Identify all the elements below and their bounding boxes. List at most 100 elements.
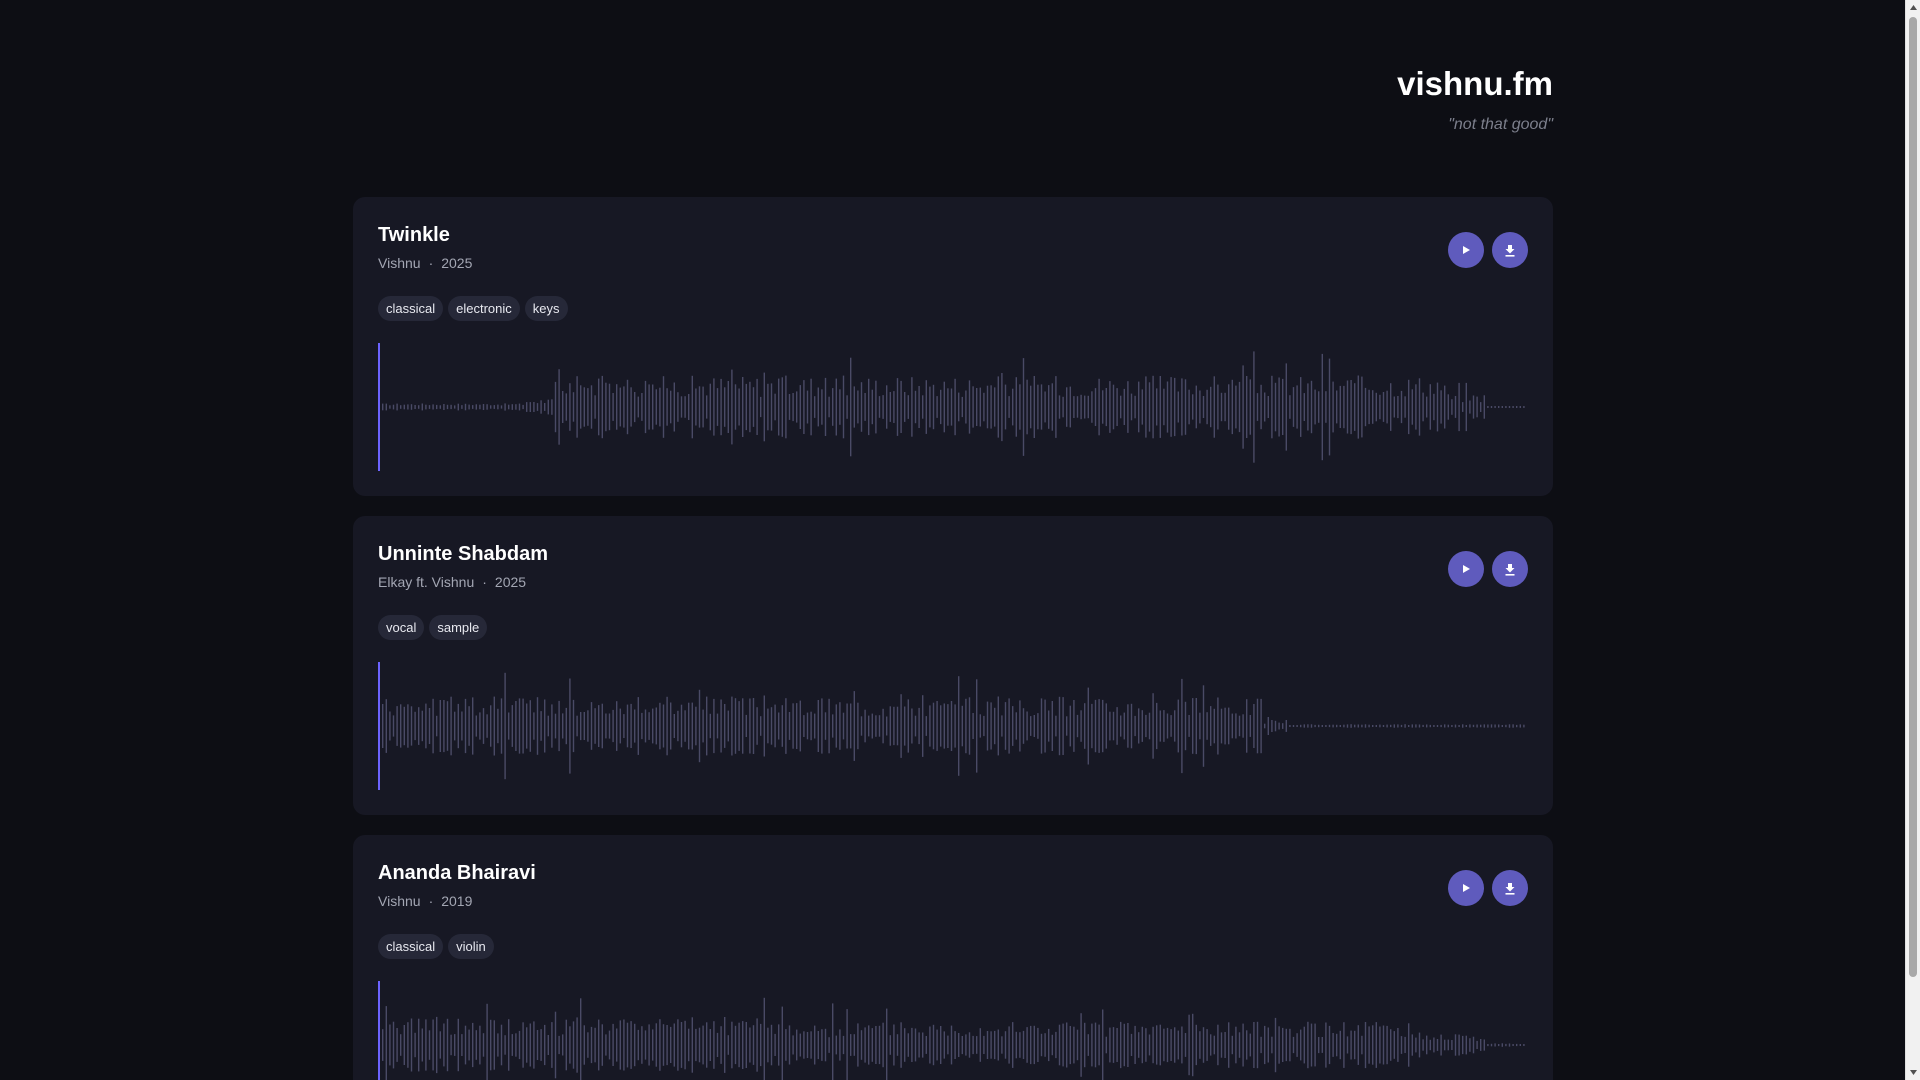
waveform-bar [1066, 1022, 1068, 1068]
scroll-down-arrow[interactable] [1906, 1065, 1920, 1080]
waveform-bar [1278, 1026, 1280, 1064]
waveform-bar [1264, 723, 1266, 729]
waveform-bar [871, 713, 873, 739]
download-button[interactable] [1492, 232, 1528, 268]
waveform-bar [1015, 1031, 1017, 1059]
waveform-bar [385, 403, 387, 411]
tag[interactable]: violin [448, 934, 494, 959]
waveform[interactable] [378, 981, 1528, 1080]
waveform-bar [410, 1018, 413, 1072]
waveform-bar [1109, 381, 1111, 433]
waveform-bar [760, 716, 762, 736]
waveform-bar [1051, 701, 1053, 751]
waveform-bar [1418, 378, 1421, 436]
waveform-bar [936, 701, 938, 751]
waveform-bar [569, 383, 571, 431]
waveform-bar [1235, 385, 1237, 429]
playhead[interactable] [378, 981, 380, 1080]
track-title: Twinkle [378, 224, 450, 246]
waveform-bar [497, 1033, 499, 1057]
site-title[interactable]: vishnu.fm [353, 64, 1553, 104]
waveform-bar [410, 706, 413, 746]
waveform-bar [1080, 394, 1082, 420]
waveform-bar [896, 1034, 899, 1056]
waveform-bar [835, 704, 837, 748]
waveform-bar [850, 357, 852, 457]
download-button[interactable] [1492, 870, 1528, 906]
scroll-thumb[interactable] [1909, 17, 1917, 977]
waveform-bar [1364, 387, 1367, 427]
waveform-bar [810, 711, 812, 741]
waveform-bar [677, 710, 679, 742]
waveform-bar [637, 697, 639, 755]
waveform-bar [1505, 406, 1507, 408]
waveform-bar [598, 378, 600, 436]
download-button[interactable] [1492, 551, 1528, 587]
tag[interactable]: electronic [448, 296, 520, 321]
play-button[interactable] [1448, 232, 1484, 268]
playhead[interactable] [378, 662, 380, 790]
waveform-bar [680, 704, 683, 748]
waveform-bar [493, 1020, 495, 1070]
waveform-bar [407, 704, 409, 748]
tag[interactable]: classical [378, 934, 444, 959]
waveform-bar [500, 1024, 503, 1066]
waveform-bar [1224, 707, 1226, 745]
waveform-bar [1490, 724, 1493, 728]
waveform-bar [1138, 381, 1140, 433]
scroll-up-arrow[interactable] [1906, 0, 1920, 15]
waveform-bar [1076, 714, 1079, 738]
waveform-bar [1508, 406, 1511, 408]
waveform-bar [414, 1032, 416, 1058]
waveform-bar [922, 1032, 924, 1058]
waveform-bar [1498, 724, 1500, 728]
waveform-bar [1026, 379, 1028, 435]
tag[interactable]: classical [378, 296, 444, 321]
waveform-bar [666, 1025, 668, 1066]
waveform-bar [1458, 382, 1460, 432]
waveform-bar [846, 395, 848, 419]
waveform-bar [1170, 377, 1172, 437]
waveform-bar [626, 1022, 629, 1068]
waveform-bar [526, 402, 528, 412]
play-button[interactable] [1448, 870, 1484, 906]
waveform-bar [785, 375, 787, 439]
waveform-bar [1094, 699, 1097, 753]
waveform[interactable] [378, 662, 1528, 790]
waveform-bar [832, 714, 834, 738]
waveform-bar [1508, 1043, 1511, 1047]
waveform-bar [720, 1026, 722, 1064]
waveform-bar [1386, 390, 1388, 424]
waveform-bar [605, 713, 607, 739]
tag[interactable]: vocal [378, 615, 425, 640]
tag[interactable]: keys [524, 296, 568, 321]
waveform-bar [1519, 1044, 1521, 1046]
waveform-bar [1350, 380, 1352, 435]
waveform-bar [580, 712, 582, 741]
waveform-bar [1505, 724, 1507, 728]
waveform-bar [500, 698, 503, 754]
play-button[interactable] [1448, 551, 1484, 587]
waveform-bar [1213, 1035, 1215, 1055]
waveform-bar [1073, 700, 1075, 752]
playhead[interactable] [378, 343, 380, 471]
waveform[interactable] [378, 343, 1528, 471]
waveform-bar [472, 697, 474, 755]
waveform-bar [1004, 384, 1007, 430]
meta-separator: · [482, 574, 487, 590]
tag[interactable]: sample [429, 615, 488, 640]
waveform-bar [706, 696, 708, 756]
waveform-bar [1123, 712, 1125, 740]
waveform-bar [619, 1020, 621, 1070]
vertical-scrollbar[interactable] [1905, 0, 1920, 1080]
waveform-bar [821, 698, 823, 754]
waveform-bar [853, 1034, 855, 1056]
waveform-bar [1177, 391, 1179, 423]
waveform-bar [1487, 1044, 1489, 1047]
waveform-bar [688, 702, 690, 750]
waveform-bar [904, 1028, 906, 1062]
track-artist: Elkay ft. Vishnu [378, 574, 475, 590]
waveform-bar [889, 706, 891, 746]
waveform-bar [1274, 382, 1277, 432]
waveform-bar [468, 404, 470, 410]
